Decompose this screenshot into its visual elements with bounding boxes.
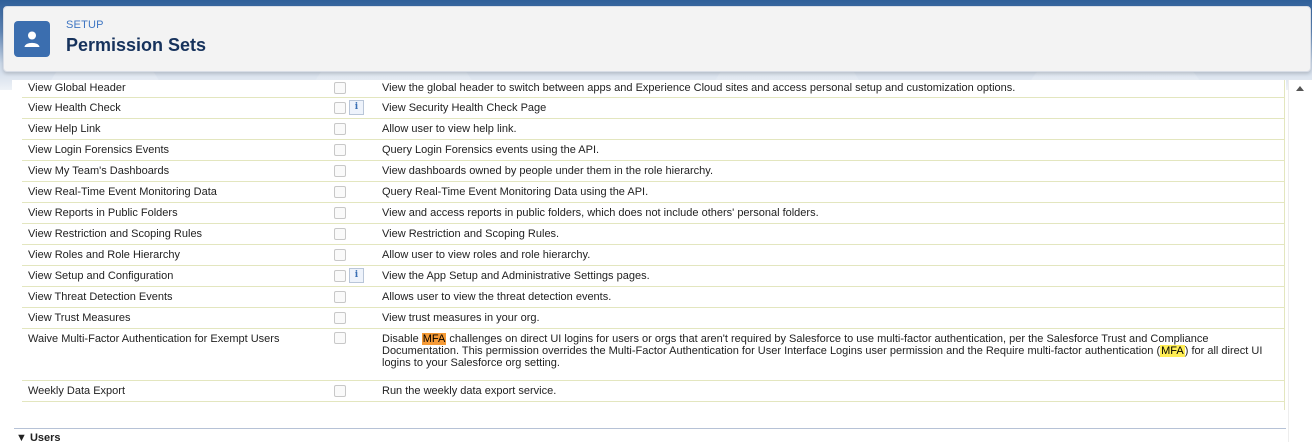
- table-border: [1284, 80, 1285, 410]
- table-row: Weekly Data Export Run the weekly data e…: [22, 380, 1284, 402]
- permission-checkbox[interactable]: [334, 101, 346, 114]
- permission-description: Run the weekly data export service.: [376, 380, 1284, 402]
- permission-name: View Real-Time Event Monitoring Data: [22, 181, 330, 203]
- permission-name: View My Team's Dashboards: [22, 160, 330, 182]
- permission-description: Allows user to view the threat detection…: [376, 286, 1284, 308]
- permission-name: View Help Link: [22, 118, 330, 140]
- permission-checkbox[interactable]: [334, 384, 346, 397]
- table-row: View Trust Measures View trust measures …: [22, 307, 1284, 329]
- permission-name: View Global Header: [22, 80, 330, 98]
- permission-checkbox[interactable]: [334, 143, 346, 156]
- search-highlight: MFA: [1160, 344, 1185, 357]
- table-row: View Roles and Role Hierarchy Allow user…: [22, 244, 1284, 266]
- permission-description: View the global header to switch between…: [376, 80, 1284, 98]
- table-row: View Login Forensics Events Query Login …: [22, 139, 1284, 161]
- scroll-up-arrow-icon[interactable]: [1296, 86, 1304, 91]
- permissions-table: View Global Header View the global heade…: [22, 80, 1284, 402]
- table-row: View My Team's Dashboards View dashboard…: [22, 160, 1284, 182]
- permission-name: View Restriction and Scoping Rules: [22, 223, 330, 245]
- table-row: View Health Check i View Security Health…: [22, 97, 1284, 119]
- permission-checkbox[interactable]: [334, 82, 346, 95]
- permission-name: View Setup and Configuration: [22, 265, 330, 287]
- permission-checkbox[interactable]: [334, 122, 346, 135]
- info-icon[interactable]: i: [349, 100, 364, 115]
- section-header-users[interactable]: ▼ Users: [16, 432, 61, 442]
- permission-description: View dashboards owned by people under th…: [376, 160, 1284, 182]
- search-highlight-current: MFA: [421, 332, 447, 345]
- permission-description: View trust measures in your org.: [376, 307, 1284, 329]
- table-row: View Reports in Public Folders View and …: [22, 202, 1284, 224]
- user-icon: [14, 21, 50, 57]
- permission-checkbox[interactable]: [334, 164, 346, 177]
- section-label: Users: [29, 432, 61, 442]
- permission-checkbox[interactable]: [334, 331, 346, 344]
- permission-checkbox[interactable]: [334, 269, 346, 282]
- permission-description: Query Login Forensics events using the A…: [376, 139, 1284, 161]
- page-header: SETUP Permission Sets: [3, 6, 1311, 72]
- permission-checkbox[interactable]: [334, 185, 346, 198]
- permission-name: View Reports in Public Folders: [22, 202, 330, 224]
- permission-checkbox[interactable]: [334, 227, 346, 240]
- section-divider: [14, 428, 1286, 429]
- permission-name: View Threat Detection Events: [22, 286, 330, 308]
- page-title: Permission Sets: [66, 35, 207, 55]
- table-row: View Real-Time Event Monitoring Data Que…: [22, 181, 1284, 203]
- permission-description: Allow user to view roles and role hierar…: [376, 244, 1284, 266]
- permission-name: Waive Multi-Factor Authentication for Ex…: [22, 328, 330, 381]
- permission-description: Query Real-Time Event Monitoring Data us…: [376, 181, 1284, 203]
- permission-name: View Login Forensics Events: [22, 139, 330, 161]
- section-arrow: ▼: [16, 432, 27, 442]
- breadcrumb[interactable]: SETUP: [66, 19, 104, 31]
- permission-description: View Security Health Check Page: [376, 97, 1284, 119]
- permission-description: Disable MFA challenges on direct UI logi…: [376, 328, 1284, 381]
- permission-checkbox[interactable]: [334, 248, 346, 261]
- permission-description: Allow user to view help link.: [376, 118, 1284, 140]
- permission-name: View Health Check: [22, 97, 330, 119]
- permission-checkbox[interactable]: [334, 311, 346, 324]
- permission-description: View Restriction and Scoping Rules.: [376, 223, 1284, 245]
- table-row: Waive Multi-Factor Authentication for Ex…: [22, 328, 1284, 381]
- permission-checkbox[interactable]: [334, 206, 346, 219]
- table-row: View Help Link Allow user to view help l…: [22, 118, 1284, 140]
- table-row: View Global Header View the global heade…: [22, 80, 1284, 98]
- permissions-panel: View Global Header View the global heade…: [12, 80, 1286, 442]
- table-row: View Restriction and Scoping Rules View …: [22, 223, 1284, 245]
- vertical-scrollbar[interactable]: [1288, 80, 1312, 442]
- info-icon[interactable]: i: [349, 268, 364, 283]
- table-row: View Setup and Configuration i View the …: [22, 265, 1284, 287]
- permission-description: View the App Setup and Administrative Se…: [376, 265, 1284, 287]
- permission-name: Weekly Data Export: [22, 380, 330, 402]
- permission-checkbox[interactable]: [334, 290, 346, 303]
- permission-name: View Roles and Role Hierarchy: [22, 244, 330, 266]
- table-row: View Threat Detection Events Allows user…: [22, 286, 1284, 308]
- permission-name: View Trust Measures: [22, 307, 330, 329]
- permission-description: View and access reports in public folder…: [376, 202, 1284, 224]
